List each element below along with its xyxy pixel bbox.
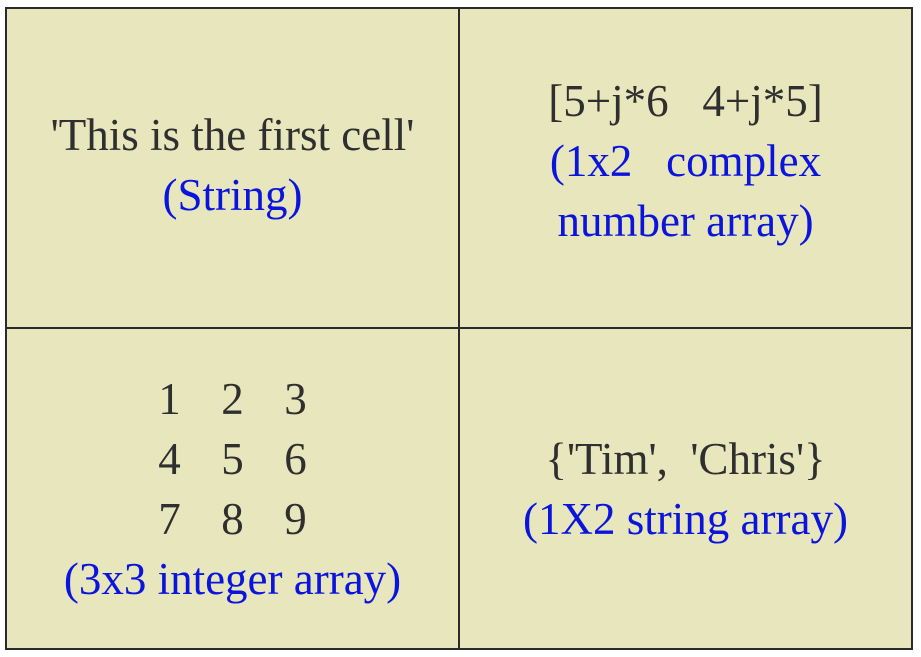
matrix-entry: 7: [158, 493, 181, 544]
matrix-entry: 8: [221, 493, 244, 544]
matrix-entry: 5: [221, 433, 244, 484]
cell-bottom-left: 1 2 3 4 5 6 7 8 9 (3x3 integer array): [7, 329, 460, 648]
integer-matrix: 1 2 3 4 5 6 7 8 9: [138, 369, 327, 549]
cell-bottom-right: {'Tim', 'Chris'} (1X2 string array): [460, 329, 911, 648]
matrix-entry: 2: [221, 373, 244, 424]
string-type-label: (String): [162, 170, 303, 220]
matrix-entry: 1: [158, 373, 181, 424]
matrix-entry: 4: [158, 433, 181, 484]
integer-type-label: (3x3 integer array): [63, 553, 402, 604]
cell-top-right: [5+j*6 4+j*5] (1x2 complex number array): [460, 9, 911, 329]
matrix-entry: 6: [284, 433, 307, 484]
cell-array-diagram: 'This is the first cell' (String) [5+j*6…: [5, 7, 913, 650]
string-array-value: {'Tim', 'Chris'}: [545, 433, 826, 484]
string-value: 'This is the first cell': [50, 110, 415, 160]
complex-type-label-line1: (1x2 complex: [549, 136, 822, 186]
matrix-entry: 9: [284, 493, 307, 544]
string-array-type-label: (1X2 string array): [523, 493, 848, 544]
complex-array-value: [5+j*6 4+j*5]: [548, 76, 823, 126]
matrix-entry: 3: [284, 373, 307, 424]
complex-type-label-line2: number array): [557, 196, 814, 246]
cell-top-left: 'This is the first cell' (String): [7, 9, 460, 329]
